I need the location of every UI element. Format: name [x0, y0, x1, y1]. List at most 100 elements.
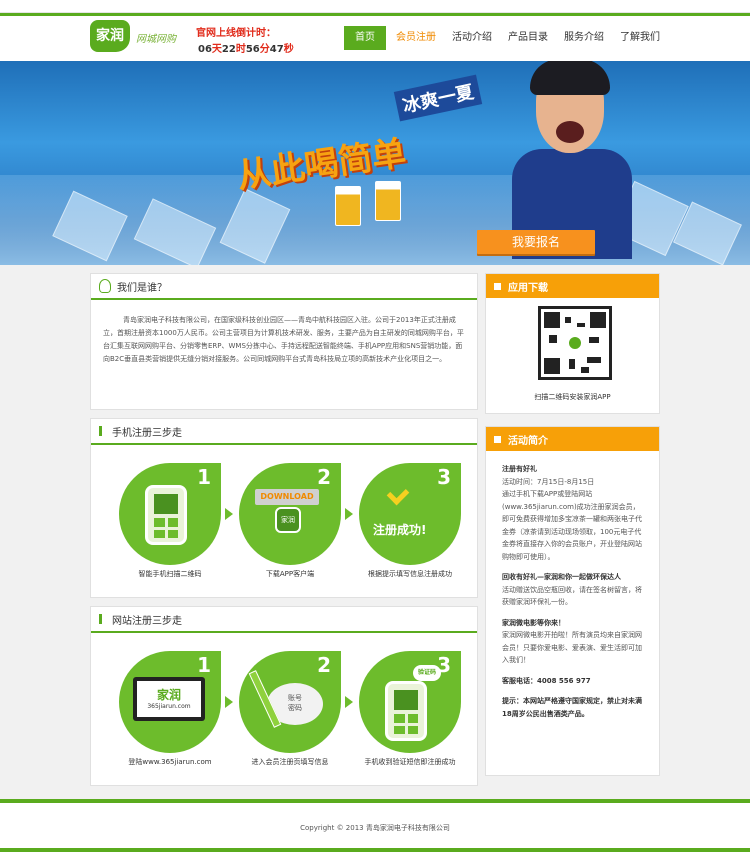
about-card: 我们是谁？ 青岛家润电子科技有限公司，在国家级科技创业园区——青岛中航科技园区入… — [90, 273, 478, 410]
qr-module — [577, 323, 585, 327]
qr-module — [589, 337, 599, 343]
mouth — [556, 121, 584, 143]
activity-line: 通过手机下载APP或登陆网站(www.365jiarun.com)成功注册家润会… — [502, 490, 642, 561]
nav-products[interactable]: 产品目录 — [502, 26, 554, 50]
web-steps-card: 网站注册三步走 1 家润 365jiarun.com 2 账号 密码 3 验证码… — [90, 606, 478, 786]
web-step-2-caption: 进入会员注册页填写信息 — [251, 758, 329, 766]
form-account-label: 账号 — [288, 694, 302, 702]
countdown-timer: 06天22时56分47秒 — [198, 40, 294, 55]
mobile-step-2: 2 DOWNLOAD 家润 — [239, 463, 341, 565]
copyright-text: Copyright © 2013 青岛家润电子科技有限公司 — [300, 824, 450, 832]
activity-body: 注册有好礼 活动时间：7月15日-8月15日 通过手机下载APP或登陆网站(ww… — [486, 451, 659, 740]
mobile-step-1: 1 — [119, 463, 221, 565]
phone-keys — [394, 714, 418, 734]
countdown-days: 06 — [198, 44, 212, 55]
nav-activities[interactable]: 活动介绍 — [446, 26, 498, 50]
phone-screen — [394, 690, 418, 710]
about-header: 我们是谁？ — [91, 274, 477, 300]
monitor-screen: 家润 365jiarun.com — [137, 681, 201, 717]
app-download-header: 应用下载 — [486, 274, 659, 298]
countdown-title: 官网上线倒计时： — [196, 28, 276, 39]
qr-module — [569, 359, 575, 369]
activity-title: 活动简介 — [508, 435, 548, 447]
phone-keys — [154, 518, 178, 538]
step-number: 2 — [317, 465, 331, 489]
arrow-right-icon — [225, 508, 233, 520]
mobile-step-2-caption: 下载APP客户端 — [265, 570, 315, 578]
activity-line: 活动时间：7月15日-8月15日 — [502, 477, 595, 486]
hero-banner: 从此喝简单 冰爽一夏 我要报名 — [0, 61, 750, 265]
qr-code[interactable] — [538, 306, 612, 380]
nav-member-register[interactable]: 会员注册 — [390, 26, 442, 50]
logo[interactable]: 家润 — [90, 20, 130, 52]
countdown-minutes-unit: 分 — [259, 44, 270, 55]
activity-line: 家润网微电影开拍啦！所有演员均来自家润网会员！只要你爱电影、爱表演、爱生活即可加… — [502, 631, 642, 664]
signup-button[interactable]: 我要报名 — [477, 230, 595, 254]
qr-module — [581, 367, 589, 373]
web-step-2: 2 账号 密码 — [239, 651, 341, 753]
nav-home[interactable]: 首页 — [344, 26, 386, 50]
monitor-url: 365jiarun.com — [147, 703, 191, 710]
app-icon: 家润 — [275, 507, 301, 533]
mobile-steps-card: 手机注册三步走 1 2 DOWNLOAD 家润 3 注册成功! 智能手机扫描二维… — [90, 418, 478, 598]
monitor-logo: 家润 — [156, 688, 181, 702]
arrow-right-icon — [345, 696, 353, 708]
activity-heading-3: 家润微电影等你来！ — [502, 618, 565, 627]
nav-about-us[interactable]: 了解我们 — [614, 26, 666, 50]
activity-heading-1: 注册有好礼 — [502, 465, 537, 473]
countdown-minutes: 56 — [245, 44, 260, 55]
qr-finder — [544, 358, 560, 374]
phone-icon — [385, 681, 427, 741]
qr-screen — [154, 494, 178, 514]
web-steps-header: 网站注册三步走 — [91, 607, 477, 633]
nav-services[interactable]: 服务介绍 — [558, 26, 610, 50]
app-download-card: 应用下载 扫描二维码安装家润APP — [485, 273, 660, 414]
hair — [530, 61, 610, 95]
arrow-right-icon — [345, 508, 353, 520]
step-number: 3 — [437, 465, 451, 489]
footer: Copyright © 2013 青岛家润电子科技有限公司 — [0, 803, 750, 852]
section-bar-icon — [99, 426, 102, 436]
phone-label: 客服电话： — [502, 676, 537, 685]
hero-person-image — [512, 61, 632, 259]
about-text: 青岛家润电子科技有限公司，在国家级科技创业园区——青岛中航科技园区入驻。公司于2… — [103, 316, 464, 363]
site-header: 家润 网城网购 官网上线倒计时： 06天22时56分47秒 首页 会员注册 活动… — [0, 13, 750, 61]
step-number: 1 — [197, 465, 211, 489]
main-nav: 首页 会员注册 活动介绍 产品目录 服务介绍 了解我们 — [344, 26, 670, 50]
beer-glass-icon — [375, 181, 401, 221]
countdown-seconds-unit: 秒 — [283, 44, 294, 55]
notice-text: 提示：本网站严格遵守国家规定，禁止对未满18周岁公民出售酒类产品。 — [502, 697, 642, 718]
verification-bubble: 验证码 — [413, 665, 441, 681]
success-label: 注册成功! — [373, 523, 427, 537]
qr-module — [549, 335, 557, 343]
qr-module — [587, 357, 601, 363]
phone-number: 4008 556 977 — [537, 676, 591, 685]
countdown-days-unit: 天 — [211, 44, 222, 55]
section-square-icon — [494, 282, 501, 290]
activity-card: 活动简介 注册有好礼 活动时间：7月15日-8月15日 通过手机下载APP或登陆… — [485, 426, 660, 776]
app-download-title: 应用下载 — [508, 282, 548, 294]
about-title: 我们是谁？ — [117, 282, 167, 294]
web-steps-title: 网站注册三步走 — [112, 615, 182, 627]
web-step-3-caption: 手机收到验证短信即注册成功 — [364, 758, 456, 766]
web-step-1: 1 家润 365jiarun.com — [119, 651, 221, 753]
footer-bottom-bar — [0, 848, 750, 852]
qr-caption: 扫描二维码安装家润APP — [534, 393, 611, 401]
section-bar-icon — [99, 614, 102, 624]
step-number: 2 — [317, 653, 331, 677]
countdown-seconds: 47 — [269, 44, 284, 55]
checkmark-icon — [386, 482, 410, 506]
monitor-icon: 家润 365jiarun.com — [133, 677, 205, 721]
qr-module — [565, 317, 571, 323]
mobile-steps-title: 手机注册三步走 — [112, 427, 182, 439]
top-strip — [0, 0, 750, 13]
mobile-step-3-caption: 根据提示填写信息注册成功 — [368, 570, 452, 578]
beer-glass-icon — [335, 186, 361, 226]
section-square-icon — [494, 435, 501, 443]
phone-qr-icon — [145, 485, 187, 545]
download-badge: DOWNLOAD — [255, 489, 319, 505]
banner-tagline: 冰爽一夏 — [393, 74, 483, 122]
qr-finder — [590, 312, 606, 328]
activity-header: 活动简介 — [486, 427, 659, 451]
logo-subtitle: 网城网购 — [136, 34, 176, 45]
